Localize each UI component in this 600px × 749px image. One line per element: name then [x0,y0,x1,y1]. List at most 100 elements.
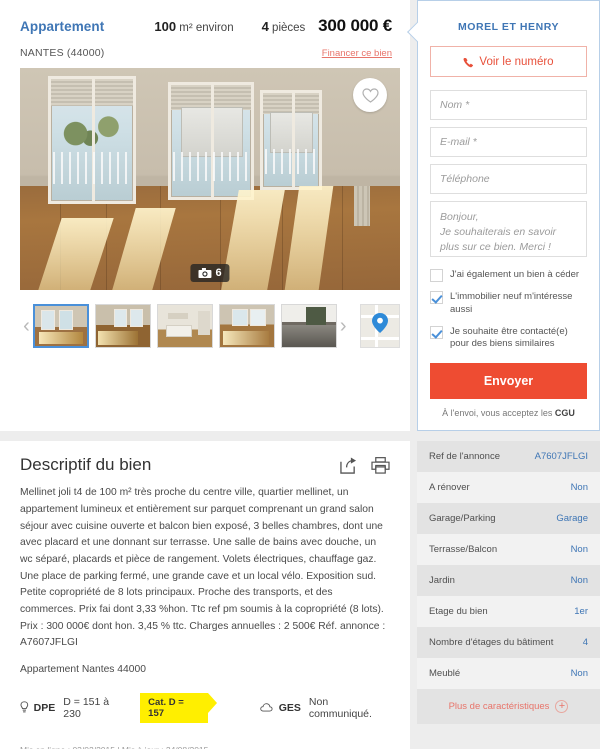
city-label: NANTES (44000) [20,47,105,59]
checkbox-biens-similaires[interactable]: Je souhaite être contacté(e) pour des bi… [430,325,587,352]
name-input[interactable] [430,90,587,120]
char-key: Garage/Parking [429,513,496,525]
phone-icon [463,57,474,67]
listing-header: Appartement 100 m² environ 4 pièces 300 … [20,10,400,36]
message-textarea[interactable] [430,201,587,257]
char-key: Ref de l'annonce [429,451,501,463]
cgu-note: À l'envoi, vous acceptez les CGU [430,408,587,418]
surface-info: 100 m² environ [154,19,233,34]
table-row: Meublé Non [417,658,600,690]
char-value: A7607JFLGI [534,451,588,463]
thumbnail-list [32,304,337,348]
characteristics-table: Ref de l'annonce A7607JFLGI A rénover No… [417,441,600,725]
heart-icon [361,87,379,103]
char-value: 4 [582,637,588,649]
char-key: Etage du bien [429,606,488,618]
camera-icon [198,268,212,278]
table-row: A rénover Non [417,472,600,504]
share-icon [340,457,357,474]
table-row: Jardin Non [417,565,600,597]
email-input[interactable] [430,127,587,157]
thumbnail-1[interactable] [32,304,89,348]
char-key: Jardin [429,575,455,587]
surface-unit: m² environ [179,22,234,34]
description-header: Descriptif du bien [20,455,390,475]
checkbox-label: Je souhaite être contacté(e) pour des bi… [450,325,568,350]
table-row: Nombre d'étages du bâtiment 4 [417,627,600,659]
bottom-section: Descriptif du bien Mellinet joli t4 de 1… [0,441,600,749]
table-row: Etage du bien 1er [417,596,600,628]
table-row: Terrasse/Balcon Non [417,534,600,566]
map-thumbnail[interactable] [359,304,400,348]
rooms-unit: pièces [272,22,306,34]
gallery-prev-arrow[interactable]: ‹ [20,316,33,336]
rooms-info: 4 pièces [262,19,306,34]
char-key: Nombre d'étages du bâtiment [429,637,554,649]
submit-button[interactable]: Envoyer [430,363,587,400]
map-pin-icon [371,312,388,333]
listing-card: Appartement 100 m² environ 4 pièces 300 … [0,0,410,432]
thumbnail-4[interactable] [218,304,275,348]
char-value: Non [570,668,588,680]
checkbox-box[interactable] [430,291,443,304]
description-subtitle: Appartement Nantes 44000 [20,663,146,675]
description-title: Descriptif du bien [20,455,152,475]
dpe-label: DPE [33,701,56,714]
char-key: Meublé [429,668,461,680]
checkbox-label: J'ai également un bien à céder [450,269,580,280]
ges-value: Non communiqué. [308,695,372,720]
property-type: Appartement [20,19,105,34]
char-value: Non [570,482,588,494]
description-card: Descriptif du bien Mellinet joli t4 de 1… [0,441,410,749]
table-row: Garage/Parking Garage [417,503,600,535]
thumbnail-5[interactable] [280,304,337,348]
more-characteristics-label: Plus de caractéristiques [448,701,550,713]
favorite-button[interactable] [353,78,387,112]
char-value: 1er [574,606,588,618]
checkbox-box[interactable] [430,325,443,339]
panel-notch [407,22,427,42]
contact-panel: MOREL ET HENRY Voir le numéro J'ai égale… [407,0,600,432]
meta-dates: Mis en ligne : 03/02/2015 | Mis à jour :… [20,743,390,749]
thumbnail-3[interactable] [156,304,213,348]
show-phone-button[interactable]: Voir le numéro [430,46,587,77]
char-value: Non [570,575,588,587]
gallery-next-arrow[interactable]: › [337,316,350,336]
ges-group: GES Non communiqué. [260,696,390,720]
thumbnail-strip: ‹ › [20,304,400,348]
phone-input[interactable] [430,164,587,194]
agency-name: MOREL ET HENRY [457,21,560,33]
description-body: Mellinet joli t4 de 100 m² très proche d… [20,487,386,649]
cgu-link[interactable]: CGU [555,408,575,418]
main-photo[interactable]: 6 [20,68,400,290]
share-button[interactable] [340,457,357,474]
ges-cloud-icon [260,703,273,712]
table-row: Ref de l'annonce A7607JFLGI [417,441,600,473]
print-icon [371,456,390,474]
cgu-prefix: À l'envoi, vous acceptez les [442,408,555,419]
listing-meta: Mis en ligne : 03/02/2015 | Mis à jour :… [20,743,390,749]
print-button[interactable] [371,456,390,474]
checkbox-box[interactable] [430,269,443,282]
checkbox-bien-a-ceder[interactable]: J'ai également un bien à céder [430,269,587,282]
surface-value: 100 [154,19,177,34]
char-value: Non [570,544,588,556]
thumbnail-2[interactable] [94,304,151,348]
apartment-interior-image [20,68,400,290]
dpe-badge: Cat. D = 157 [140,692,218,723]
show-phone-label: Voir le numéro [479,56,554,68]
finance-link[interactable]: Financer ce bien [322,48,392,59]
checkbox-immobilier-neuf[interactable]: L'immobilier neuf m'intéresse aussi [430,291,587,317]
dpe-value: D = 151 à 230 [63,695,110,720]
char-key: A rénover [429,482,470,494]
photo-counter: 6 [190,264,230,282]
rooms-value: 4 [261,19,269,34]
description-actions [340,456,390,474]
plus-circle-icon: + [555,700,569,714]
listing-page: Appartement 100 m² environ 4 pièces 300 … [0,0,600,749]
photo-count-value: 6 [215,267,222,279]
char-value: Garage [556,513,588,525]
top-section: Appartement 100 m² environ 4 pièces 300 … [0,0,600,432]
more-characteristics-button[interactable]: Plus de caractéristiques + [417,689,600,725]
energy-row: DPE D = 151 à 230 Cat. D = 157 GES Non c… [20,692,390,723]
